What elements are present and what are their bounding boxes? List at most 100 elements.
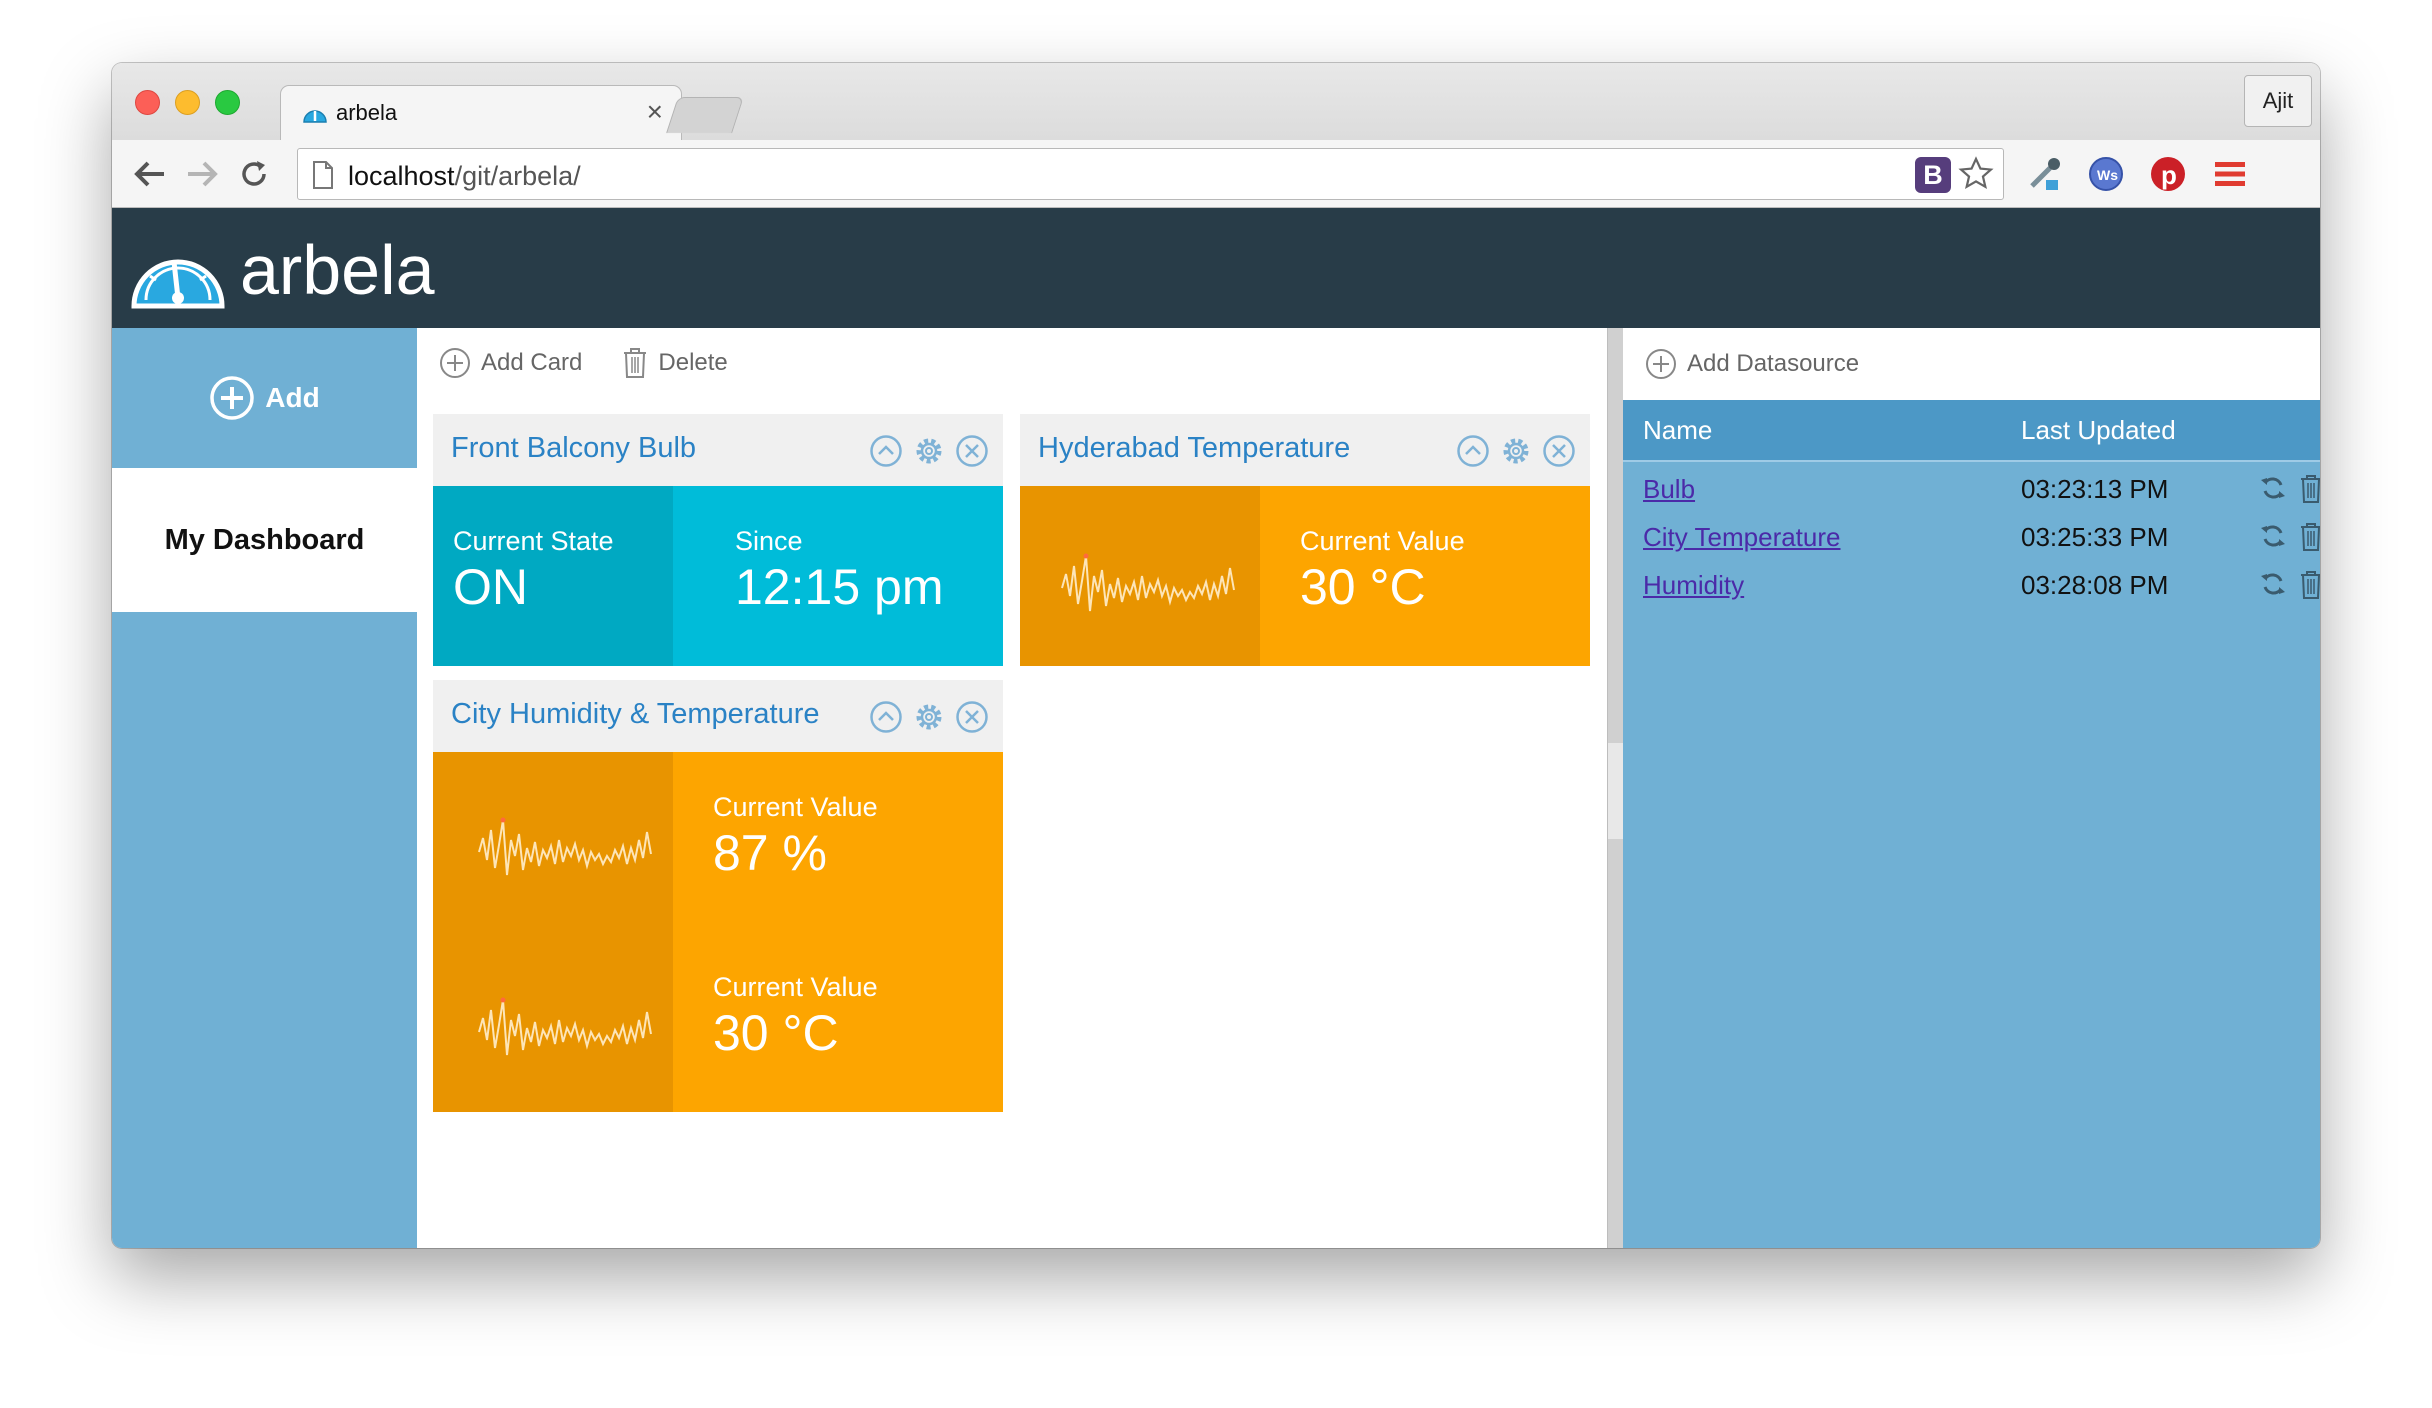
card-city-humidity-temperature: City Humidity & Temperature Current Valu…	[433, 680, 1003, 1112]
tab-strip: arbela × Ajit	[112, 63, 2320, 141]
plus-circle-icon	[1646, 349, 1676, 379]
add-datasource-button[interactable]: Add Datasource	[1645, 348, 1859, 380]
browser-tab[interactable]: arbela ×	[280, 85, 682, 141]
datasource-table-header: Name Last Updated	[1623, 400, 2320, 460]
add-dashboard-button[interactable]: Add	[112, 328, 417, 468]
gear-icon[interactable]	[912, 700, 946, 734]
page-icon	[312, 161, 334, 189]
card-header: City Humidity & Temperature	[433, 680, 1003, 752]
refresh-icon[interactable]	[2259, 474, 2287, 502]
bootstrap-extension-icon[interactable]: B	[1915, 157, 1951, 193]
splitter-handle[interactable]	[1608, 743, 1624, 839]
reload-icon[interactable]	[234, 154, 274, 194]
panel-splitter[interactable]	[1607, 328, 1624, 1248]
gauge-logo-icon	[128, 236, 228, 318]
app-header: arbela	[112, 208, 2320, 328]
address-bar[interactable]: localhost/git/arbela/ B	[297, 148, 2004, 200]
add-card-button[interactable]: Add Card	[439, 347, 582, 379]
table-row: Bulb 03:23:13 PM	[1623, 466, 2320, 514]
card-header: Front Balcony Bulb	[433, 414, 1003, 486]
close-circle-icon[interactable]	[955, 434, 989, 468]
collapse-icon[interactable]	[869, 434, 903, 468]
card-front-balcony-bulb: Front Balcony Bulb Current State ON Sinc…	[433, 414, 1003, 666]
value-label: Current Value	[1300, 526, 1465, 556]
datasource-link[interactable]: Humidity	[1643, 570, 1744, 601]
temperature-value: 30 °C	[1300, 559, 1426, 615]
humidity-value: 87 %	[713, 825, 827, 881]
card-actions	[869, 434, 989, 468]
browser-toolbar: localhost/git/arbela/ B Ws p	[112, 140, 2320, 208]
card-body: Current State ON Since 12:15 pm	[433, 486, 1003, 666]
dashboard-board: Add Card Delete Front Balcony Bulb Curre…	[417, 328, 1607, 1248]
close-circle-icon[interactable]	[955, 700, 989, 734]
state-panel: Current State ON	[433, 486, 673, 666]
row-actions	[2259, 522, 2320, 552]
temperature-sparkline	[1061, 553, 1235, 612]
plus-circle-icon	[440, 348, 470, 378]
since-label: Since	[735, 526, 803, 556]
delete-button[interactable]: Delete	[622, 347, 728, 379]
delete-label: Delete	[658, 349, 728, 376]
trash-icon[interactable]	[2299, 474, 2320, 504]
card-actions	[1456, 434, 1576, 468]
profile-button[interactable]: Ajit	[2244, 75, 2312, 127]
table-row: City Temperature 03:25:33 PM	[1623, 514, 2320, 562]
gear-icon[interactable]	[912, 434, 946, 468]
row-actions	[2259, 570, 2320, 600]
row-actions	[2259, 474, 2320, 504]
card-actions	[869, 700, 989, 734]
forward-icon[interactable]	[182, 154, 222, 194]
app-title: arbela	[240, 231, 435, 309]
tab-title: arbela	[336, 100, 398, 125]
pinterest-extension-icon[interactable]: p	[2148, 154, 2188, 194]
temperature-sparkline	[478, 997, 652, 1056]
refresh-icon[interactable]	[2259, 522, 2287, 550]
card-title: City Humidity & Temperature	[451, 698, 820, 730]
close-circle-icon[interactable]	[1542, 434, 1576, 468]
last-updated-value: 03:28:08 PM	[2021, 570, 2169, 600]
temperature-label: Current Value	[713, 972, 878, 1002]
datasource-link[interactable]: City Temperature	[1643, 522, 1841, 553]
column-header-name: Name	[1643, 415, 1713, 445]
url-host: localhost	[348, 161, 455, 191]
column-header-last-updated: Last Updated	[2021, 415, 2176, 445]
new-tab-button[interactable]	[666, 97, 744, 133]
add-card-label: Add Card	[481, 349, 583, 376]
browser-window: arbela × Ajit localhost/git/arbela/ B Ws…	[112, 63, 2320, 1248]
card-header: Hyderabad Temperature	[1020, 414, 1590, 486]
card-body: Current Value 30 °C	[1020, 486, 1590, 666]
zoom-window-button[interactable]	[215, 90, 240, 115]
close-window-button[interactable]	[135, 90, 160, 115]
datasource-link[interactable]: Bulb	[1643, 474, 1695, 505]
table-row: Humidity 03:28:08 PM	[1623, 562, 2320, 610]
sparkline-panel	[433, 752, 673, 1112]
minimize-window-button[interactable]	[175, 90, 200, 115]
card-title: Front Balcony Bulb	[451, 432, 697, 464]
tab-close-icon[interactable]: ×	[647, 96, 663, 128]
plus-circle-icon	[209, 375, 255, 421]
add-datasource-label: Add Datasource	[1687, 350, 1860, 377]
back-icon[interactable]	[130, 154, 170, 194]
refresh-icon[interactable]	[2259, 570, 2287, 598]
collapse-icon[interactable]	[869, 700, 903, 734]
collapse-icon[interactable]	[1456, 434, 1490, 468]
datasource-toolbar: Add Datasource	[1623, 328, 2320, 400]
sparkline-panel	[1020, 486, 1260, 666]
temperature-value: 30 °C	[713, 1005, 839, 1061]
color-picker-extension-icon[interactable]	[2024, 154, 2064, 194]
gear-icon[interactable]	[1499, 434, 1533, 468]
app: arbela Add My Dashboard Add Card Delete …	[112, 208, 2320, 1248]
sidebar-item-my-dashboard[interactable]: My Dashboard	[112, 468, 417, 612]
since-value: 12:15 pm	[735, 559, 944, 615]
state-value: ON	[453, 559, 528, 615]
url-text: localhost/git/arbela/	[348, 161, 581, 192]
web-developer-extension-icon[interactable]: Ws	[2086, 154, 2126, 194]
menu-icon[interactable]	[2210, 154, 2250, 194]
bookmark-star-icon[interactable]	[1957, 155, 1995, 193]
card-body: Current Value 87 % Current Value 30 °C	[433, 752, 1003, 1112]
trash-icon[interactable]	[2299, 522, 2320, 552]
last-updated-value: 03:23:13 PM	[2021, 474, 2169, 504]
card-title: Hyderabad Temperature	[1038, 432, 1351, 464]
trash-icon[interactable]	[2299, 570, 2320, 600]
sidebar: Add My Dashboard	[112, 328, 417, 1248]
